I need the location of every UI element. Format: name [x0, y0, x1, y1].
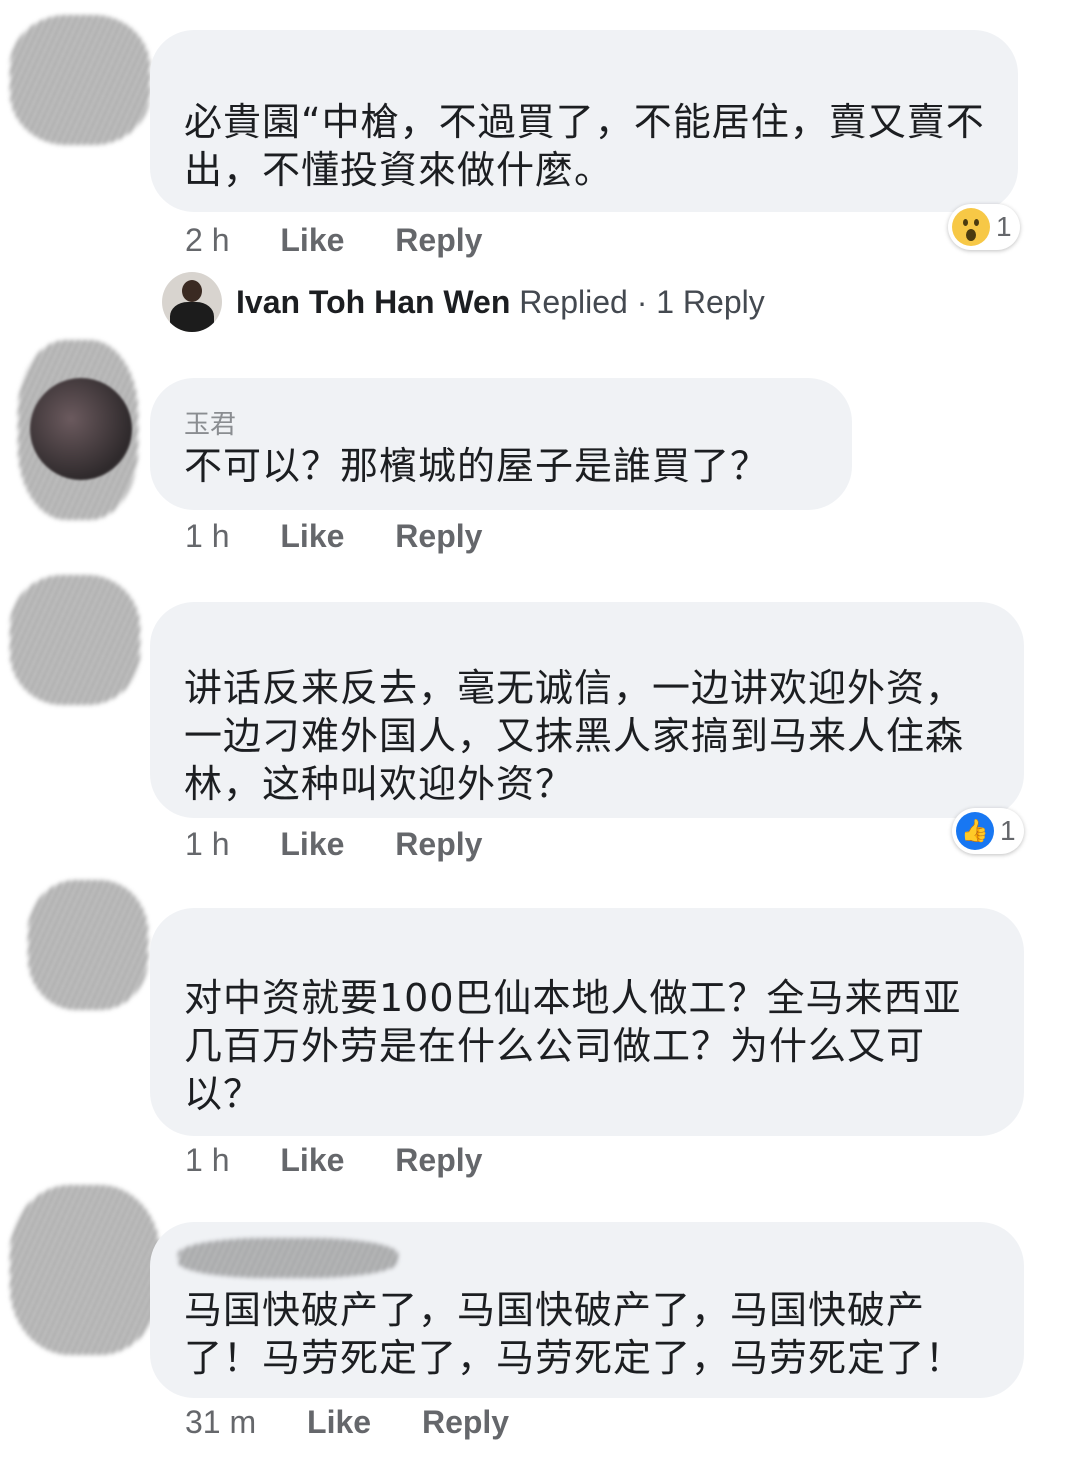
avatar — [10, 575, 140, 705]
comment-actions: 1 h Like Reply — [185, 518, 524, 555]
view-replies[interactable]: Ivan Toh Han Wen Replied · 1 Reply — [162, 272, 765, 332]
avatar — [10, 15, 150, 145]
comment-text: 不可以？那檳城的屋子是誰買了？ — [184, 444, 770, 488]
comment-time[interactable]: 2 h — [185, 222, 229, 258]
avatar-photo — [30, 378, 132, 480]
replied-label: Replied — [519, 283, 628, 320]
like-icon: 👍 — [956, 812, 994, 850]
comment-bubble: 玉君 不可以？那檳城的屋子是誰買了？ — [150, 378, 852, 510]
separator: · — [636, 283, 648, 320]
comment-bubble: 必貴園“中槍，不過買了，不能居住，賣又賣不出，不懂投資來做什麼。 — [150, 30, 1018, 212]
avatar — [10, 1185, 160, 1355]
comment-bubble: 讲话反来反去，毫无诚信，一边讲欢迎外资，一边刁难外国人，又抹黑人家搞到马来人住森… — [150, 602, 1024, 818]
reply-button[interactable]: Reply — [395, 222, 482, 258]
like-button[interactable]: Like — [280, 518, 344, 554]
like-button[interactable]: Like — [307, 1404, 371, 1440]
reply-button[interactable]: Reply — [395, 518, 482, 554]
comment-text: 必貴園“中槍，不過買了，不能居住，賣又賣不出，不懂投資來做什麼。 — [184, 100, 985, 192]
commenter-name-redacted — [178, 1238, 398, 1278]
replier-name[interactable]: Ivan Toh Han Wen — [236, 284, 510, 320]
like-button[interactable]: Like — [280, 222, 344, 258]
like-button[interactable]: Like — [280, 1142, 344, 1178]
comment-text: 对中资就要100巴仙本地人做工？全马来西亚几百万外劳是在什么公司做工？为什么又可… — [184, 976, 962, 1116]
comment-time[interactable]: 1 h — [185, 826, 229, 862]
comment-text: 讲话反来反去，毫无诚信，一边讲欢迎外资，一边刁难外国人，又抹黑人家搞到马来人住森… — [184, 666, 965, 806]
commenter-name[interactable]: 玉君 — [184, 404, 236, 441]
comment-actions: 1 h Like Reply — [185, 826, 524, 863]
comment-text: 马国快破产了，马国快破产了，马国快破产了！马劳死定了，马劳死定了，马劳死定了！ — [184, 1288, 965, 1380]
reply-button[interactable]: Reply — [422, 1404, 509, 1440]
reply-button[interactable]: Reply — [395, 1142, 482, 1178]
comment-time[interactable]: 1 h — [185, 1142, 229, 1178]
comment-actions: 2 h Like Reply — [185, 222, 524, 259]
wow-icon — [952, 208, 990, 246]
reply-button[interactable]: Reply — [395, 826, 482, 862]
avatar — [162, 272, 222, 332]
comment-bubble: 对中资就要100巴仙本地人做工？全马来西亚几百万外劳是在什么公司做工？为什么又可… — [150, 908, 1024, 1136]
comment-time[interactable]: 1 h — [185, 518, 229, 554]
comment-actions: 31 m Like Reply — [185, 1404, 551, 1441]
like-button[interactable]: Like — [280, 826, 344, 862]
comment-bubble: 马国快破产了，马国快破产了，马国快破产了！马劳死定了，马劳死定了，马劳死定了！ — [150, 1222, 1024, 1398]
avatar — [28, 880, 148, 1010]
reaction-count: 1 — [1000, 815, 1016, 846]
reaction-count: 1 — [996, 211, 1012, 242]
comment-time[interactable]: 31 m — [185, 1404, 256, 1440]
reply-count[interactable]: 1 Reply — [656, 284, 765, 320]
comment-actions: 1 h Like Reply — [185, 1142, 524, 1179]
reaction-badge[interactable]: 👍 1 — [952, 808, 1024, 854]
reaction-badge[interactable]: 1 — [948, 204, 1020, 250]
